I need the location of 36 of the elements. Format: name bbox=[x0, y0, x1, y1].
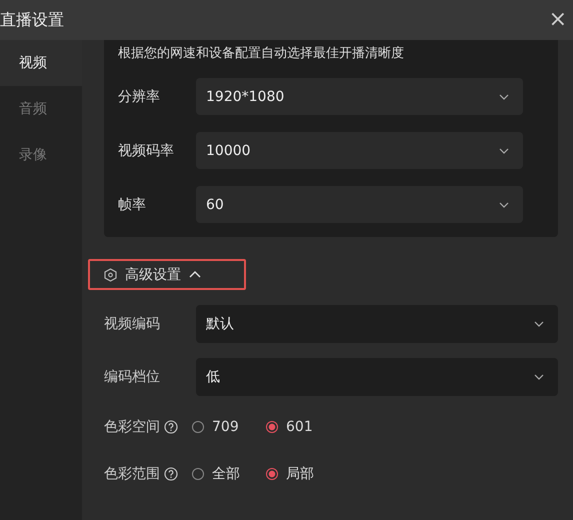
window-title: 直播设置 bbox=[0, 10, 64, 30]
hint-text: 根据您的网速和设备配置自动选择最佳开播清晰度 bbox=[118, 45, 405, 62]
field-label: 色彩空间 bbox=[104, 418, 160, 436]
radio-button[interactable] bbox=[192, 468, 204, 480]
radio-option[interactable]: 709 bbox=[192, 419, 266, 435]
help-icon bbox=[164, 420, 178, 434]
chevron-down-icon bbox=[499, 148, 509, 154]
chevron-up-icon bbox=[189, 271, 201, 278]
radio-button[interactable] bbox=[266, 468, 278, 480]
radio-option[interactable]: 601 bbox=[266, 419, 340, 435]
dropdown-field[interactable]: 60 bbox=[196, 186, 523, 223]
sidebar-tab[interactable]: 录像 bbox=[0, 132, 82, 178]
chevron-down-icon bbox=[534, 374, 544, 380]
sidebar-tab[interactable]: 音频 bbox=[0, 86, 82, 132]
field-label: 视频码率 bbox=[118, 142, 175, 160]
chevron-down-icon bbox=[499, 202, 509, 208]
dropdown-field[interactable]: 10000 bbox=[196, 132, 523, 169]
help-icon bbox=[164, 467, 178, 481]
radio-button[interactable] bbox=[266, 421, 278, 433]
advanced-settings-toggle[interactable]: 高级设置 bbox=[88, 259, 246, 290]
sidebar-tab[interactable]: 视频 bbox=[0, 40, 82, 86]
chevron-down-icon bbox=[499, 94, 509, 100]
field-label: 分辨率 bbox=[118, 88, 161, 106]
radio-button[interactable] bbox=[192, 421, 204, 433]
dropdown-field[interactable]: 默认 bbox=[196, 305, 558, 343]
radio-option[interactable]: 局部 bbox=[266, 465, 340, 483]
chevron-down-icon bbox=[534, 321, 544, 327]
field-label: 视频编码 bbox=[104, 315, 161, 333]
field-label: 编码档位 bbox=[104, 368, 161, 386]
dropdown-field[interactable]: 低 bbox=[196, 358, 558, 396]
close-button[interactable]: × bbox=[542, 9, 573, 31]
dropdown-field[interactable]: 1920*1080 bbox=[196, 78, 523, 115]
radio-option[interactable]: 全部 bbox=[192, 465, 266, 483]
field-label: 色彩范围 bbox=[104, 465, 160, 483]
field-label: 帧率 bbox=[118, 196, 147, 214]
hexagon-icon bbox=[104, 268, 117, 282]
